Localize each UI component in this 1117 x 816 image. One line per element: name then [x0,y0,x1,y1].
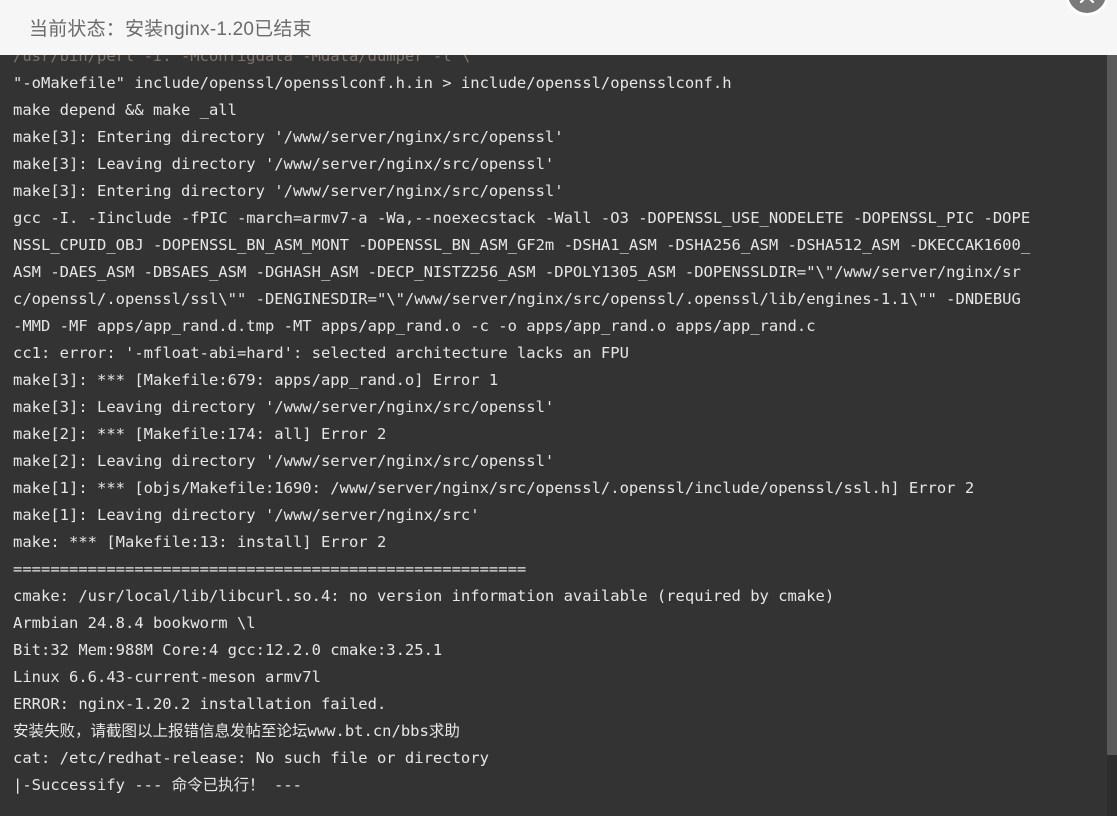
terminal-line: make[2]: *** [Makefile:174: all] Error 2 [13,425,387,443]
terminal-line: ERROR: nginx-1.20.2 installation failed. [13,695,387,713]
terminal-line: make[3]: Entering directory '/www/server… [13,128,564,146]
terminal-line: ========================================… [13,560,527,578]
terminal-output[interactable]: /usr/bin/perl -I. -Mconfigdata -Mdata/du… [0,55,1117,816]
terminal-line: cmake: /usr/local/lib/libcurl.so.4: no v… [13,587,835,605]
terminal-line: make[3]: Leaving directory '/www/server/… [13,398,555,416]
terminal-line: make[3]: Leaving directory '/www/server/… [13,155,555,173]
terminal-line: make[2]: Leaving directory '/www/server/… [13,452,555,470]
terminal-line: c/openssl/.openssl/ssl\"" -DENGINESDIR="… [13,290,1021,308]
terminal-lines: /usr/bin/perl -I. -Mconfigdata -Mdata/du… [0,55,1107,799]
terminal-line: Bit:32 Mem:988M Core:4 gcc:12.2.0 cmake:… [13,641,443,659]
terminal-scrollbar[interactable] [1107,55,1117,816]
terminal-line: Linux 6.6.43-current-meson armv7l [13,668,321,686]
terminal-line: make depend && make _all [13,101,237,119]
current-status-label: 当前状态：安装nginx-1.20已结束 [29,19,312,40]
terminal-line: -MMD -MF apps/app_rand.d.tmp -MT apps/ap… [13,317,816,335]
scrollbar-thumb[interactable] [1107,55,1117,755]
terminal-line: make[1]: Leaving directory '/www/server/… [13,506,480,524]
terminal-line: make[1]: *** [objs/Makefile:1690: /www/s… [13,479,975,497]
terminal-line: cat: /etc/redhat-release: No such file o… [13,749,489,767]
terminal-line: make: *** [Makefile:13: install] Error 2 [13,533,387,551]
window-header: 当前状态：安装nginx-1.20已结束 [0,0,1117,55]
terminal-line: |-Successify --- 命令已执行！ --- [13,776,302,794]
terminal-line: /usr/bin/perl -I. -Mconfigdata -Mdata/du… [13,55,471,65]
terminal-line: 安装失败，请截图以上报错信息发帖至论坛www.bt.cn/bbs求助 [13,722,460,740]
terminal-line: ASM -DAES_ASM -DBSAES_ASM -DGHASH_ASM -D… [13,263,1021,281]
terminal-line: make[3]: Entering directory '/www/server… [13,182,564,200]
terminal-line: "-oMakefile" include/openssl/opensslconf… [13,74,732,92]
terminal-line: NSSL_CPUID_OBJ -DOPENSSL_BN_ASM_MONT -DO… [13,236,1031,254]
terminal-line: gcc -I. -Iinclude -fPIC -march=armv7-a -… [13,209,1031,227]
terminal-line: make[3]: *** [Makefile:679: apps/app_ran… [13,371,499,389]
terminal-line: Armbian 24.8.4 bookworm \l [13,614,256,632]
chevron-up-icon [1079,0,1095,13]
install-log-window: 当前状态：安装nginx-1.20已结束 /usr/bin/perl -I. -… [0,0,1117,816]
terminal-line: cc1: error: '-mfloat-abi=hard': selected… [13,344,629,362]
